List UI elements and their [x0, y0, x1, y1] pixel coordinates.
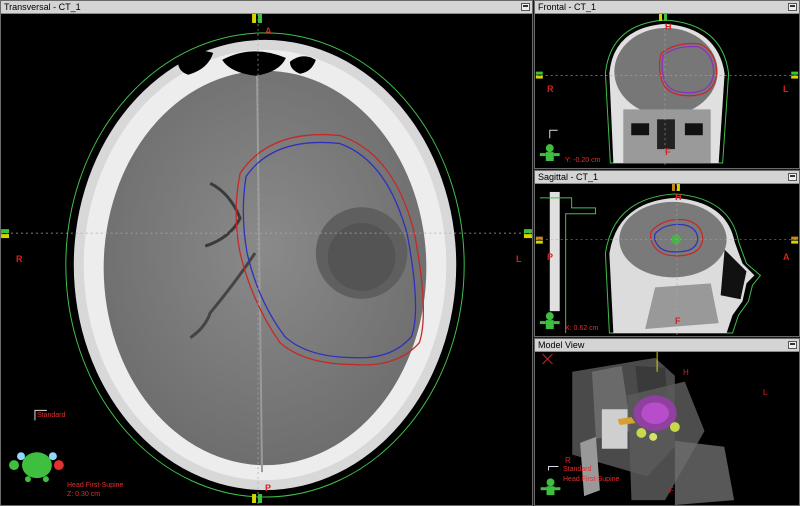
slice-coordinate: Y: -0.20 cm	[565, 157, 601, 164]
sagittal-view[interactable]: H F P A X: 0.62 cm	[535, 184, 799, 336]
sagittal-title: Sagittal - CT_1	[538, 172, 599, 182]
model-view-canvas[interactable]: H L R F Standard Head First-Supine	[535, 352, 799, 505]
slice-coordinate: Z: 0.30 cm	[67, 491, 101, 498]
model-view-pane[interactable]: Model View H L R F Standard Head First-S…	[534, 338, 800, 506]
orient-left: P	[547, 252, 554, 262]
frontal-pane[interactable]: Frontal - CT_1 H F R L Y: -0.20 cm	[534, 0, 800, 169]
orient-l: L	[763, 388, 768, 397]
slice-coordinate: X: 0.62 cm	[565, 325, 599, 332]
orient-right: L	[783, 84, 789, 94]
transversal-pane[interactable]: Transversal - CT_1 A P R L Standard Head…	[0, 0, 533, 506]
orient-left: R	[16, 254, 23, 264]
maximize-icon[interactable]	[521, 3, 530, 11]
transversal-title: Transversal - CT_1	[4, 2, 81, 12]
maximize-icon[interactable]	[788, 173, 797, 181]
sagittal-image	[535, 184, 799, 336]
frontal-view[interactable]: H F R L Y: -0.20 cm	[535, 14, 799, 168]
frontal-image	[535, 14, 799, 168]
standard-label: Standard	[563, 466, 592, 473]
orient-h: H	[683, 368, 689, 377]
patient-orientation-icon	[540, 478, 561, 496]
orient-bottom: P	[265, 483, 272, 493]
orient-bottom: F	[675, 316, 681, 326]
orient-f: F	[669, 486, 674, 495]
model-view-titlebar[interactable]: Model View	[535, 339, 799, 352]
maximize-icon[interactable]	[788, 341, 797, 349]
frontal-title: Frontal - CT_1	[538, 2, 597, 12]
model-view-title: Model View	[538, 340, 585, 350]
sagittal-titlebar[interactable]: Sagittal - CT_1	[535, 171, 799, 184]
transversal-titlebar[interactable]: Transversal - CT_1	[1, 1, 532, 14]
orient-top: H	[665, 22, 672, 32]
transversal-image	[1, 14, 532, 505]
patient-orientation-icon	[539, 312, 560, 330]
patient-orientation-icon	[9, 452, 64, 483]
orient-top: H	[675, 192, 682, 202]
orient-right: A	[783, 252, 790, 262]
maximize-icon[interactable]	[788, 3, 797, 11]
orient-left: R	[547, 84, 554, 94]
transversal-view[interactable]: A P R L Standard Head First-Supine Z: 0.…	[1, 14, 532, 505]
patient-orientation-icon	[539, 144, 560, 162]
orient-r: R	[565, 456, 571, 465]
patient-position-label: Head First-Supine	[563, 476, 620, 483]
orient-top: A	[265, 26, 272, 36]
frontal-titlebar[interactable]: Frontal - CT_1	[535, 1, 799, 14]
orient-right: L	[516, 254, 522, 264]
sagittal-pane[interactable]: Sagittal - CT_1 H F P A X: 0.62 cm	[534, 170, 800, 337]
standard-label: Standard	[37, 412, 66, 419]
orient-bottom: F	[665, 147, 671, 157]
patient-position-label: Head First-Supine	[67, 482, 124, 489]
